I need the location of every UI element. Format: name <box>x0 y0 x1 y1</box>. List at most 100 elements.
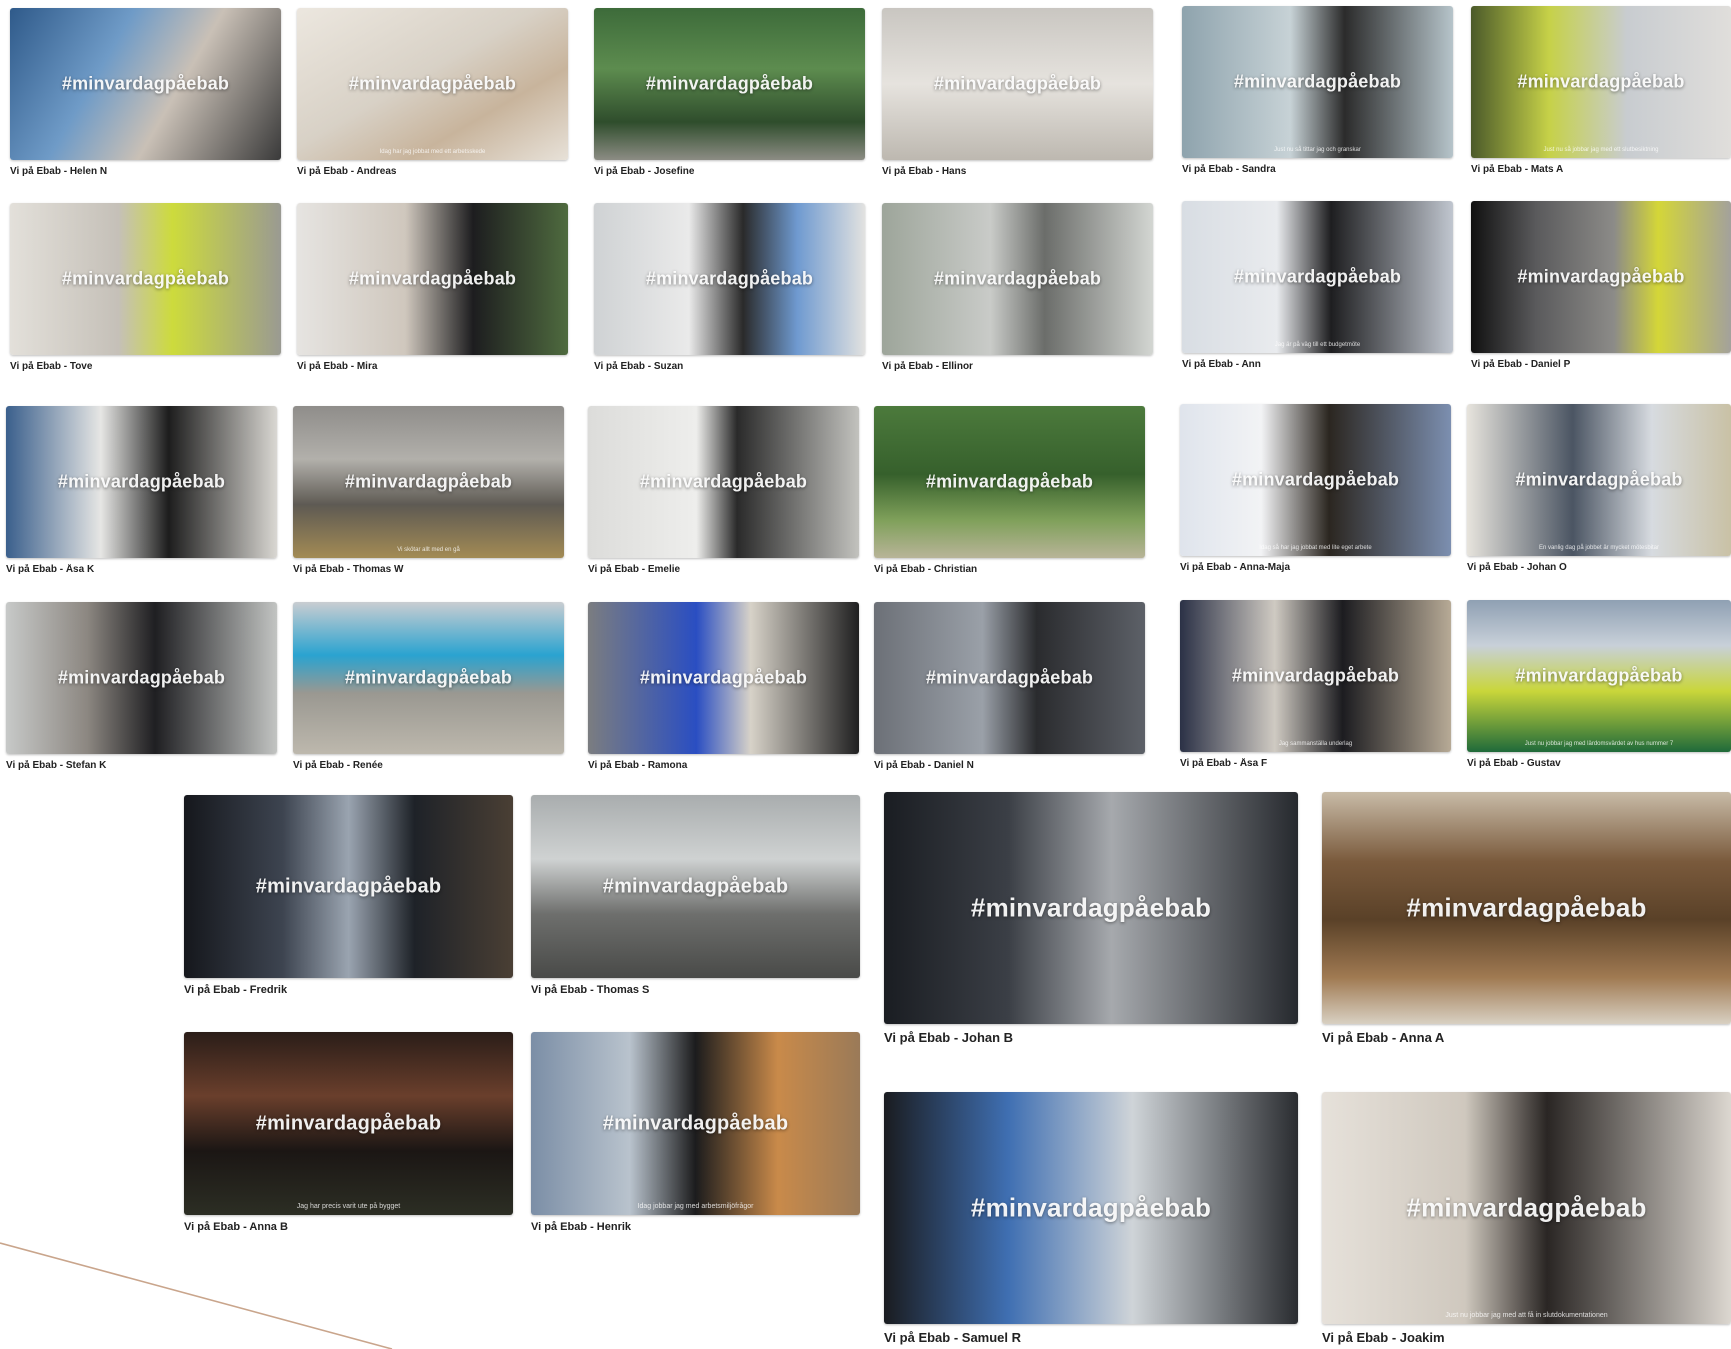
video-title[interactable]: Vi på Ebab - Suzan <box>594 361 865 372</box>
video-thumbnail[interactable]: #minvardagpåebab Vi skötar allt med en gå <box>293 406 564 558</box>
video-card[interactable]: #minvardagpåebab Vi på Ebab - Mira <box>297 203 568 372</box>
video-title[interactable]: Vi på Ebab - Thomas W <box>293 564 564 575</box>
video-thumbnail[interactable]: #minvardagpåebab Just nu så tittar jag oc… <box>1182 6 1453 158</box>
video-title[interactable]: Vi på Ebab - Johan Ö <box>1467 562 1731 573</box>
hashtag-overlay: #minvardagpåebab <box>602 875 789 897</box>
video-title[interactable]: Vi på Ebab - Joakim <box>1322 1330 1731 1345</box>
video-thumbnail[interactable]: #minvardagpåebab <box>588 406 859 558</box>
hashtag-overlay: #minvardagpåebab <box>1517 266 1685 287</box>
video-card[interactable]: #minvardagpåebab Vi på Ebab - Fredrik <box>184 795 513 996</box>
video-thumbnail[interactable]: #minvardagpåebab <box>874 602 1145 754</box>
video-card[interactable]: #minvardagpåebab Jag sammanställa underla… <box>1180 600 1451 769</box>
video-title[interactable]: Vi på Ebab - Anna B <box>184 1221 513 1233</box>
video-card[interactable]: #minvardagpåebab Just nu jobbar jag med l… <box>1467 600 1731 769</box>
video-title[interactable]: Vi på Ebab - Emelie <box>588 564 859 575</box>
video-thumbnail[interactable]: #minvardagpåebab En vanlig dag på jobbet … <box>1467 404 1731 556</box>
video-title[interactable]: Vi på Ebab - Mira <box>297 361 568 372</box>
video-title[interactable]: Vi på Ebab - Anna A <box>1322 1030 1731 1045</box>
video-title[interactable]: Vi på Ebab - Helen N <box>10 166 281 177</box>
video-title[interactable]: Vi på Ebab - Tove <box>10 361 281 372</box>
video-thumbnail[interactable]: #minvardagpåebab <box>594 8 865 160</box>
video-thumbnail[interactable]: #minvardagpåebab <box>184 795 513 978</box>
video-card[interactable]: #minvardagpåebab Vi på Ebab - Daniel N <box>874 602 1145 771</box>
video-thumbnail[interactable]: #minvardagpåebab Idag har jag jobbat med … <box>297 8 568 160</box>
video-card[interactable]: #minvardagpåebab Vi på Ebab - Johan B <box>884 792 1298 1045</box>
video-card[interactable]: #minvardagpåebab Vi på Ebab - Ellinor <box>882 203 1153 372</box>
video-thumbnail[interactable]: #minvardagpåebab <box>297 203 568 355</box>
video-card[interactable]: #minvardagpåebab Just nu så tittar jag oc… <box>1182 6 1453 175</box>
hashtag-overlay: #minvardagpåebab <box>970 892 1212 923</box>
video-thumbnail[interactable]: #minvardagpåebab Just nu så jobbar jag me… <box>1471 6 1731 158</box>
video-title[interactable]: Vi på Ebab - Anna-Maja <box>1180 562 1451 573</box>
video-title[interactable]: Vi på Ebab - Åsa F <box>1180 758 1451 769</box>
video-title[interactable]: Vi på Ebab - Johan B <box>884 1030 1298 1045</box>
video-card[interactable]: #minvardagpåebab Jag har precis varit ute… <box>184 1032 513 1233</box>
video-card[interactable]: #minvardagpåebab Vi på Ebab - Anna A <box>1322 792 1731 1045</box>
video-card[interactable]: #minvardagpåebab Vi på Ebab - Christian <box>874 406 1145 575</box>
video-card[interactable]: #minvardagpåebab Vi på Ebab - Josefine <box>594 8 865 177</box>
video-card[interactable]: #minvardagpåebab Vi på Ebab - Suzan <box>594 203 865 372</box>
video-thumbnail[interactable]: #minvardagpåebab <box>10 8 281 160</box>
video-card[interactable]: #minvardagpåebab Vi på Ebab - Samuel R <box>884 1092 1298 1345</box>
video-thumbnail[interactable]: #minvardagpåebab <box>594 203 865 355</box>
video-thumbnail[interactable]: #minvardagpåebab <box>882 203 1153 355</box>
video-card[interactable]: #minvardagpåebab Vi på Ebab - Stefan K <box>6 602 277 771</box>
video-thumbnail[interactable]: #minvardagpåebab <box>1322 792 1731 1024</box>
video-card[interactable]: #minvardagpåebab En vanlig dag på jobbet … <box>1467 404 1731 573</box>
video-title[interactable]: Vi på Ebab - Fredrik <box>184 984 513 996</box>
video-title[interactable]: Vi på Ebab - Christian <box>874 564 1145 575</box>
hashtag-overlay: #minvardagpåebab <box>1231 665 1400 686</box>
video-card[interactable]: #minvardagpåebab Jag är på väg till ett b… <box>1182 201 1453 370</box>
video-thumbnail[interactable]: #minvardagpåebab Idag så har jag jobbat m… <box>1180 404 1451 556</box>
video-card[interactable]: #minvardagpåebab Idag har jag jobbat med … <box>297 8 568 177</box>
video-title[interactable]: Vi på Ebab - Hans <box>882 166 1153 177</box>
video-thumbnail[interactable]: #minvardagpåebab Jag har precis varit ute… <box>184 1032 513 1215</box>
video-thumbnail[interactable]: #minvardagpåebab <box>884 792 1298 1024</box>
video-card[interactable]: #minvardagpåebab Just nu jobbar jag med a… <box>1322 1092 1731 1345</box>
video-card[interactable]: #minvardagpåebab Vi på Ebab - Thomas S <box>531 795 860 996</box>
video-title[interactable]: Vi på Ebab - Daniel N <box>874 760 1145 771</box>
video-thumbnail[interactable]: #minvardagpåebab <box>10 203 281 355</box>
video-thumbnail[interactable]: #minvardagpåebab Jag är på väg till ett b… <box>1182 201 1453 353</box>
video-title[interactable]: Vi på Ebab - Ann <box>1182 359 1453 370</box>
video-thumbnail[interactable]: #minvardagpåebab <box>884 1092 1298 1324</box>
video-thumbnail[interactable]: #minvardagpåebab <box>6 602 277 754</box>
video-title[interactable]: Vi på Ebab - Andreas <box>297 166 568 177</box>
video-title[interactable]: Vi på Ebab - Ellinor <box>882 361 1153 372</box>
video-thumbnail[interactable]: #minvardagpåebab Jag sammanställa underla… <box>1180 600 1451 752</box>
video-title[interactable]: Vi på Ebab - Daniel P <box>1471 359 1731 370</box>
video-thumbnail[interactable]: #minvardagpåebab Idag jobbar jag med arbe… <box>531 1032 860 1215</box>
video-card[interactable]: #minvardagpåebab Vi på Ebab - Ramona <box>588 602 859 771</box>
video-card[interactable]: #minvardagpåebab Idag så har jag jobbat m… <box>1180 404 1451 573</box>
video-card[interactable]: #minvardagpåebab Vi på Ebab - Emelie <box>588 406 859 575</box>
video-card[interactable]: #minvardagpåebab Vi på Ebab - Hans <box>882 8 1153 177</box>
video-title[interactable]: Vi på Ebab - Renée <box>293 760 564 771</box>
video-thumbnail[interactable]: #minvardagpåebab <box>882 8 1153 160</box>
video-thumbnail[interactable]: #minvardagpåebab Just nu jobbar jag med l… <box>1467 600 1731 752</box>
video-card[interactable]: #minvardagpåebab Vi på Ebab - Helen N <box>10 8 281 177</box>
video-title[interactable]: Vi på Ebab - Stefan K <box>6 760 277 771</box>
video-card[interactable]: #minvardagpåebab Just nu så jobbar jag me… <box>1471 6 1731 175</box>
video-card[interactable]: #minvardagpåebab Vi på Ebab - Tove <box>10 203 281 372</box>
video-thumbnail[interactable]: #minvardagpåebab <box>6 406 277 558</box>
video-title[interactable]: Vi på Ebab - Thomas S <box>531 984 860 996</box>
video-title[interactable]: Vi på Ebab - Gustav <box>1467 758 1731 769</box>
video-title[interactable]: Vi på Ebab - Sandra <box>1182 164 1453 175</box>
video-thumbnail[interactable]: #minvardagpåebab <box>293 602 564 754</box>
video-thumbnail[interactable]: #minvardagpåebab <box>531 795 860 978</box>
video-thumbnail[interactable]: #minvardagpåebab <box>874 406 1145 558</box>
video-card[interactable]: #minvardagpåebab Idag jobbar jag med arbe… <box>531 1032 860 1233</box>
video-title[interactable]: Vi på Ebab - Ramona <box>588 760 859 771</box>
video-card[interactable]: #minvardagpåebab Vi på Ebab - Renée <box>293 602 564 771</box>
video-card[interactable]: #minvardagpåebab Vi på Ebab - Åsa K <box>6 406 277 575</box>
video-thumbnail[interactable]: #minvardagpåebab <box>588 602 859 754</box>
video-card[interactable]: #minvardagpåebab Vi skötar allt med en gå… <box>293 406 564 575</box>
video-title[interactable]: Vi på Ebab - Mats A <box>1471 164 1731 175</box>
video-title[interactable]: Vi på Ebab - Åsa K <box>6 564 277 575</box>
video-thumbnail[interactable]: #minvardagpåebab <box>1471 201 1731 353</box>
video-title[interactable]: Vi på Ebab - Henrik <box>531 1221 860 1233</box>
video-title[interactable]: Vi på Ebab - Samuel R <box>884 1330 1298 1345</box>
video-card[interactable]: #minvardagpåebab Vi på Ebab - Daniel P <box>1471 201 1731 370</box>
video-thumbnail[interactable]: #minvardagpåebab Just nu jobbar jag med a… <box>1322 1092 1731 1324</box>
video-title[interactable]: Vi på Ebab - Josefine <box>594 166 865 177</box>
